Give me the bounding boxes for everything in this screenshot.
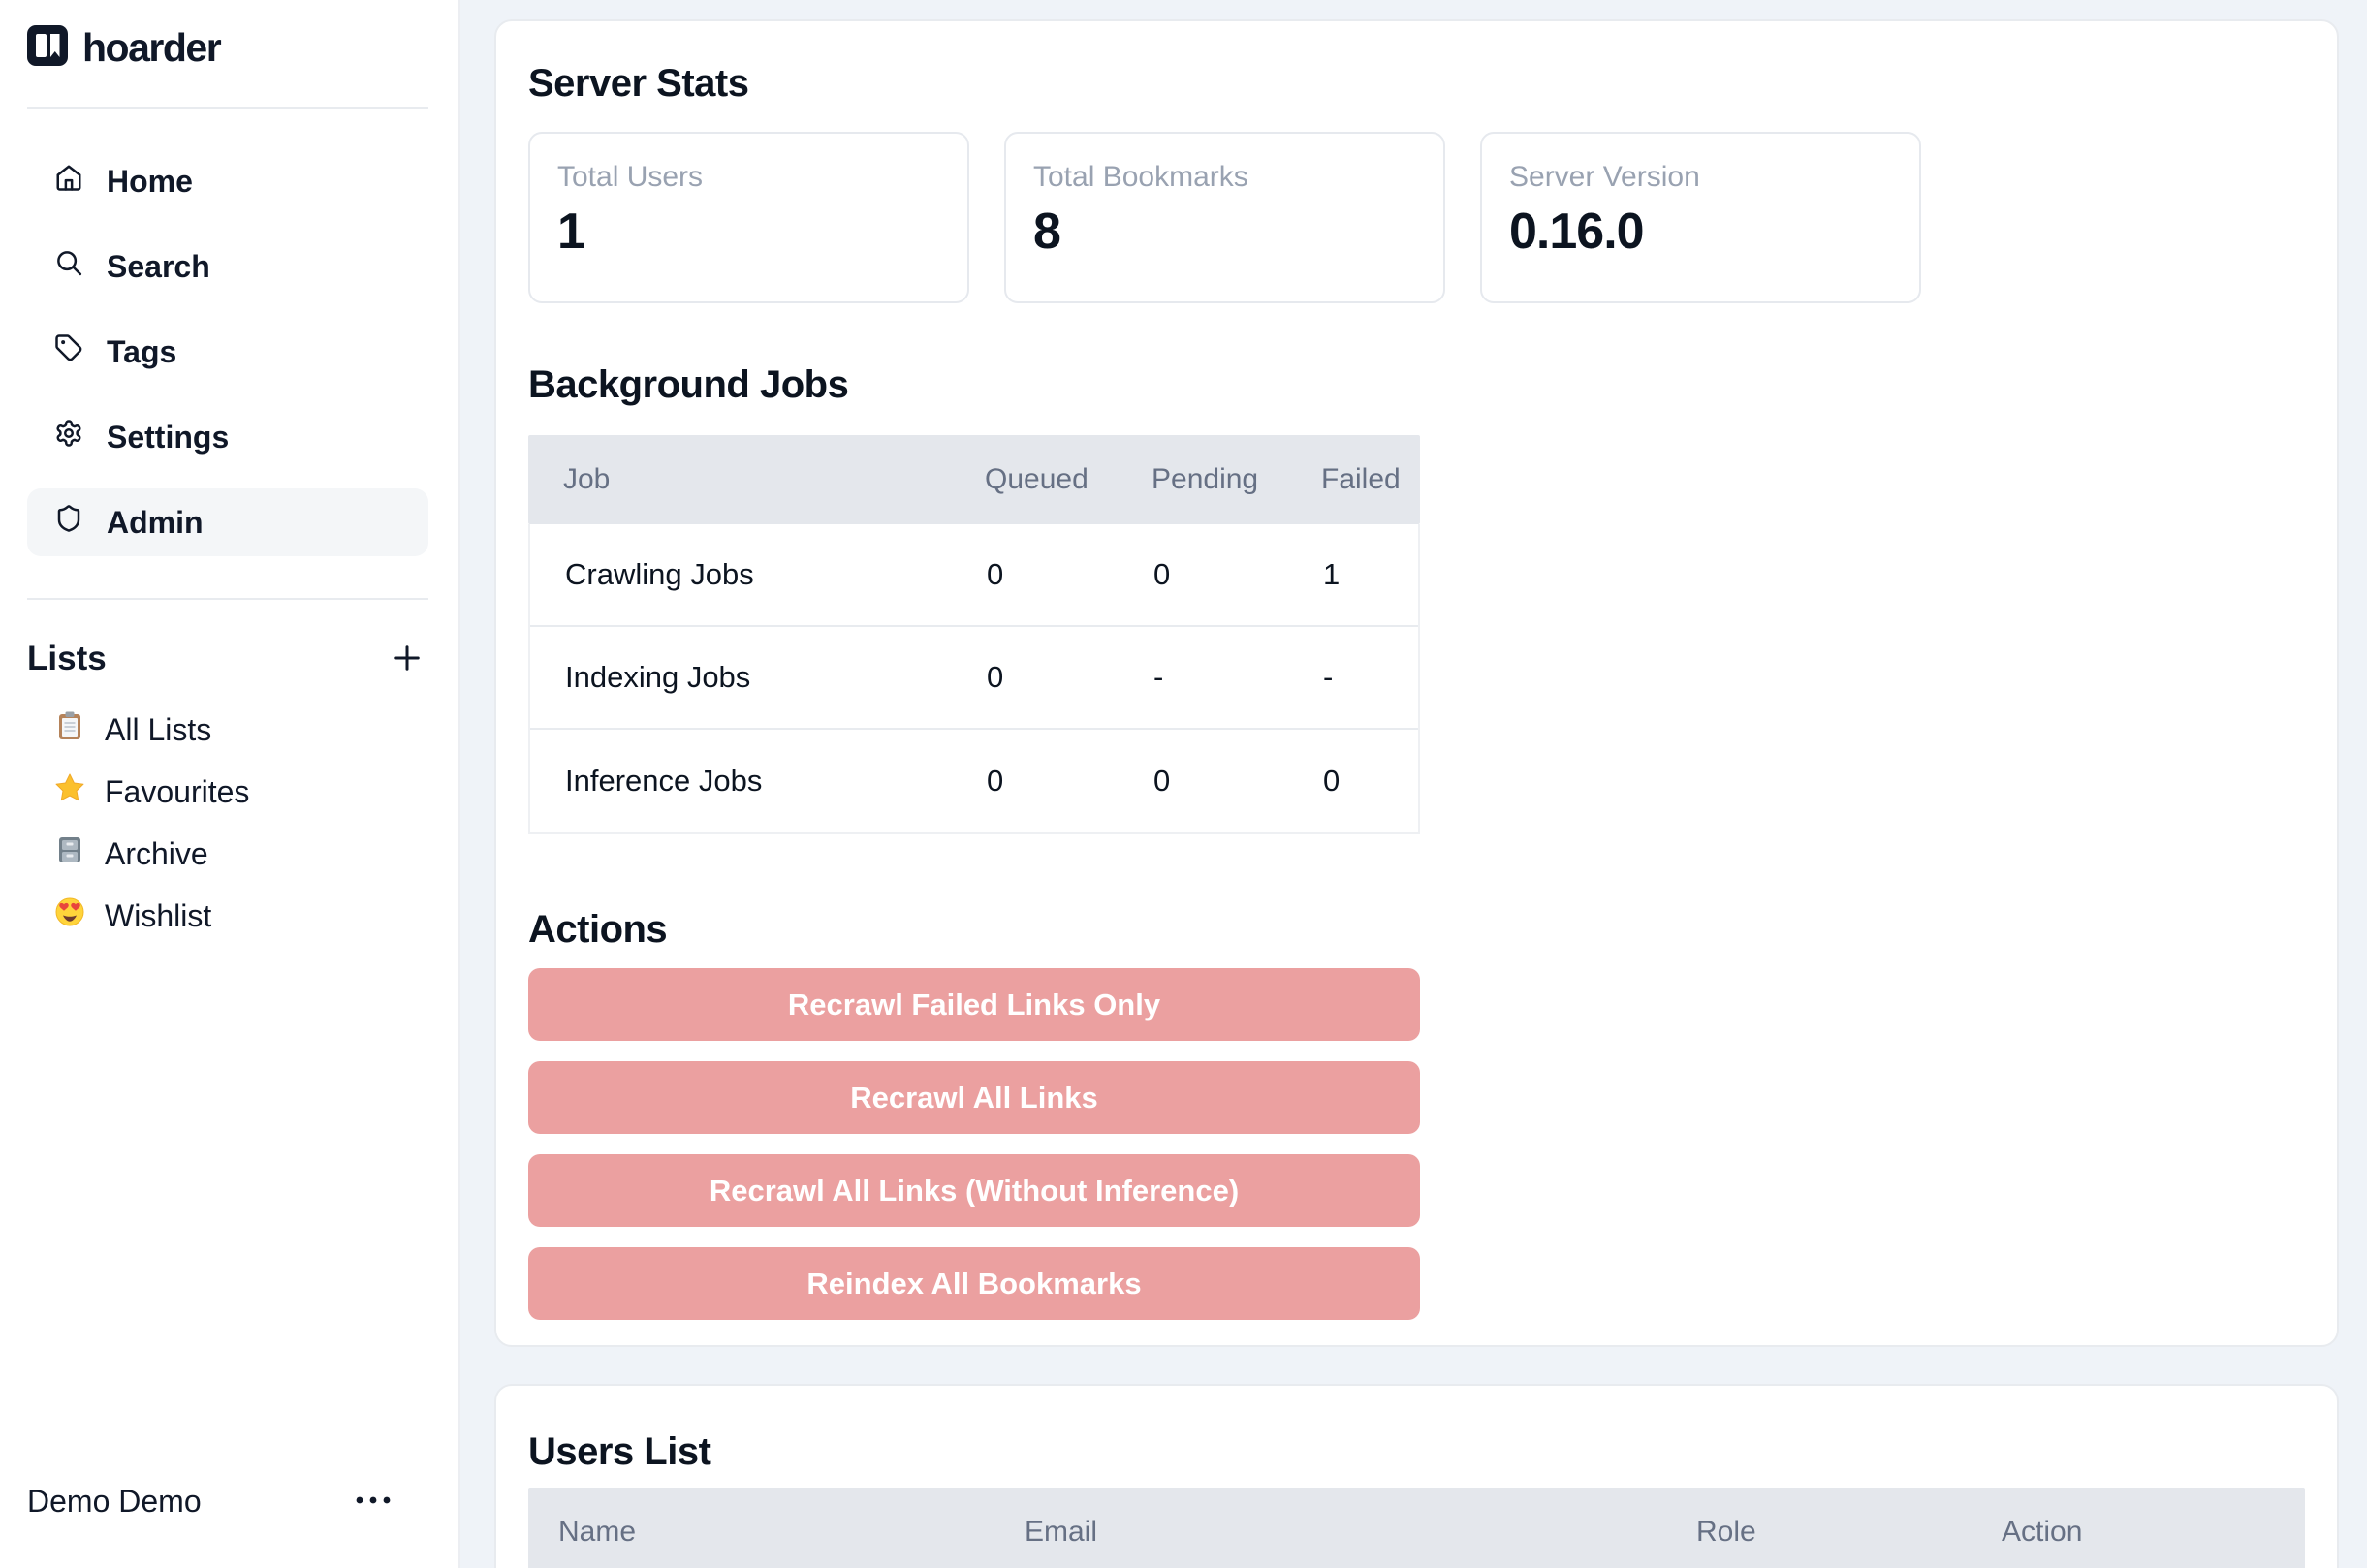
sidebar-item-admin[interactable]: Admin — [27, 488, 428, 556]
list-item-all-lists[interactable]: All Lists — [27, 702, 428, 758]
lists-nav: All Lists Favourites Archive — [27, 702, 428, 944]
app-name: hoarder — [82, 25, 220, 71]
list-item-label: Wishlist — [105, 898, 211, 934]
failed-count: 1 — [1323, 557, 1418, 592]
column-header-name: Name — [528, 1516, 1025, 1549]
sidebar-item-tags[interactable]: Tags — [27, 318, 428, 386]
users-list-title: Users List — [528, 1428, 2305, 1475]
column-header-queued: Queued — [985, 463, 1152, 496]
list-item-wishlist[interactable]: Wishlist — [27, 888, 428, 944]
table-row-crawling-jobs: Crawling Jobs 0 0 1 — [530, 524, 1418, 627]
sidebar-item-label: Search — [107, 249, 210, 285]
stat-card-server-version: Server Version 0.16.0 — [1480, 132, 1921, 303]
admin-panel-card: Server Stats Total Users 1 Total Bookmar… — [494, 19, 2339, 1347]
stat-label: Total Bookmarks — [1033, 160, 1416, 195]
server-stats-row: Total Users 1 Total Bookmarks 8 Server V… — [528, 132, 2305, 303]
stat-label: Server Version — [1509, 160, 1892, 195]
failed-count: - — [1323, 660, 1418, 695]
sidebar: hoarder Home Search — [0, 0, 460, 1568]
users-table-header: Name Email Role Action — [528, 1488, 2305, 1568]
sidebar-item-label: Admin — [107, 505, 204, 541]
table-row-indexing-jobs: Indexing Jobs 0 - - — [530, 627, 1418, 730]
app-logo[interactable]: hoarder — [27, 25, 220, 71]
sidebar-item-search[interactable]: Search — [27, 233, 428, 300]
pending-count: - — [1153, 660, 1323, 695]
job-name: Crawling Jobs — [530, 557, 987, 592]
recrawl-all-links-button[interactable]: Recrawl All Links — [528, 1061, 1420, 1134]
column-header-email: Email — [1025, 1516, 1696, 1549]
stat-value: 1 — [557, 203, 940, 261]
stat-card-total-bookmarks: Total Bookmarks 8 — [1004, 132, 1445, 303]
hoarder-logo-icon — [27, 25, 68, 71]
column-header-failed: Failed — [1321, 463, 1420, 496]
sidebar-nav: Home Search Tags — [27, 147, 428, 556]
sidebar-item-label: Home — [107, 164, 193, 200]
sidebar-item-label: Tags — [107, 334, 176, 370]
job-name: Inference Jobs — [530, 764, 987, 799]
queued-count: 0 — [987, 557, 1153, 592]
pending-count: 0 — [1153, 764, 1323, 799]
search-icon — [54, 248, 83, 285]
user-name: Demo Demo — [27, 1484, 202, 1520]
actions-group: Recrawl Failed Links Only Recrawl All Li… — [528, 968, 2305, 1340]
stat-card-total-users: Total Users 1 — [528, 132, 969, 303]
stat-label: Total Users — [557, 160, 940, 195]
sidebar-divider-lists — [27, 598, 428, 600]
file-cabinet-emoji-icon — [54, 834, 85, 873]
lists-header: Lists — [27, 630, 428, 688]
settings-icon — [54, 419, 83, 455]
lists-title: Lists — [27, 640, 107, 678]
sidebar-item-label: Settings — [107, 420, 229, 455]
stat-value: 0.16.0 — [1509, 203, 1892, 261]
job-name: Indexing Jobs — [530, 660, 987, 695]
sidebar-item-settings[interactable]: Settings — [27, 403, 428, 471]
queued-count: 0 — [987, 764, 1153, 799]
column-header-job: Job — [528, 463, 985, 496]
reindex-all-bookmarks-button[interactable]: Reindex All Bookmarks — [528, 1247, 1420, 1320]
list-item-label: All Lists — [105, 712, 211, 748]
clipboard-emoji-icon — [54, 710, 85, 749]
server-stats-title: Server Stats — [528, 60, 2305, 107]
more-options-icon — [353, 1493, 394, 1510]
pending-count: 0 — [1153, 557, 1323, 592]
add-list-button[interactable] — [386, 638, 428, 680]
column-header-pending: Pending — [1152, 463, 1321, 496]
table-row-inference-jobs: Inference Jobs 0 0 0 — [530, 730, 1418, 832]
background-jobs-title: Background Jobs — [528, 361, 2305, 408]
failed-count: 0 — [1323, 764, 1418, 799]
column-header-role: Role — [1696, 1516, 2002, 1549]
tag-icon — [54, 333, 83, 370]
plus-icon — [390, 641, 425, 678]
column-header-action: Action — [2002, 1516, 2305, 1549]
list-item-label: Favourites — [105, 774, 249, 810]
sidebar-divider-top — [27, 107, 428, 109]
sidebar-item-home[interactable]: Home — [27, 147, 428, 215]
heart-eyes-emoji-icon — [54, 896, 85, 935]
star-emoji-icon — [54, 772, 85, 811]
shield-icon — [54, 504, 83, 541]
recrawl-failed-links-button[interactable]: Recrawl Failed Links Only — [528, 968, 1420, 1041]
users-list-card: Users List Name Email Role Action — [494, 1384, 2339, 1568]
background-jobs-table: Job Queued Pending Failed Crawling Jobs … — [528, 435, 1420, 834]
recrawl-all-links-without-inference-button[interactable]: Recrawl All Links (Without Inference) — [528, 1154, 1420, 1227]
stat-value: 8 — [1033, 203, 1416, 261]
list-item-archive[interactable]: Archive — [27, 826, 428, 882]
queued-count: 0 — [987, 660, 1153, 695]
actions-title: Actions — [528, 906, 2305, 953]
house-icon — [54, 163, 83, 200]
jobs-table-body: Crawling Jobs 0 0 1 Indexing Jobs 0 - - … — [528, 524, 1420, 834]
user-menu[interactable]: Demo Demo — [27, 1472, 428, 1530]
more-options-button[interactable] — [353, 1493, 394, 1510]
list-item-favourites[interactable]: Favourites — [27, 764, 428, 820]
list-item-label: Archive — [105, 836, 208, 872]
jobs-table-header: Job Queued Pending Failed — [528, 435, 1420, 524]
